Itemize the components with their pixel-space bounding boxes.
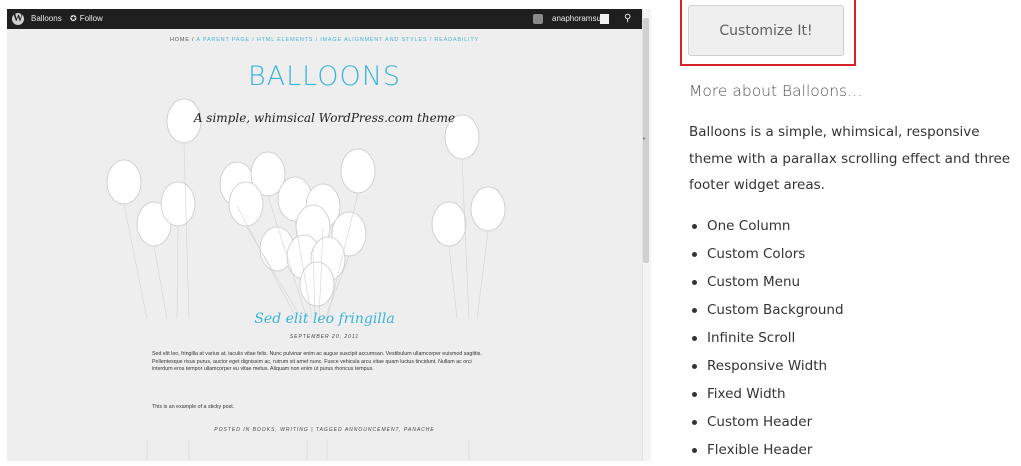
follow-label: Follow — [79, 14, 103, 23]
theme-preview[interactable]: W Balloons ✪ Follow anaphoramsu ⚲ HOME / … — [7, 9, 642, 461]
feature-label[interactable]: Infinite Scroll — [707, 324, 795, 352]
breadcrumb-item[interactable]: HTML ELEMENTS / — [257, 37, 318, 43]
feature-label[interactable]: Responsive Width — [707, 352, 827, 380]
feature-item: Responsive Width — [689, 352, 844, 380]
breadcrumb-item[interactable]: READABILITY — [434, 37, 479, 43]
admin-bar-site-name[interactable]: Balloons — [31, 9, 62, 29]
search-icon[interactable]: ⚲ — [624, 9, 631, 29]
feature-item: Custom Background — [689, 296, 844, 324]
breadcrumb: HOME / A PARENT PAGE / HTML ELEMENTS / I… — [7, 37, 642, 43]
feature-item: Infinite Scroll — [689, 324, 844, 352]
bullet-icon — [692, 279, 697, 285]
bullet-icon — [692, 447, 697, 453]
user-menu-icon[interactable] — [600, 14, 609, 24]
bullet-icon — [692, 307, 697, 313]
bullet-icon — [692, 251, 697, 257]
feature-label[interactable]: Fixed Width — [707, 380, 786, 408]
balloon-strings-decoration — [146, 439, 470, 461]
post-body: Sed elit leo, fringilla at varius at, ia… — [152, 351, 482, 373]
collapse-arrow-icon[interactable]: ▸ — [643, 135, 646, 142]
feature-label[interactable]: Custom Colors — [707, 240, 805, 268]
sticky-post-note: This is an example of a sticky post. — [152, 404, 235, 410]
feature-label[interactable]: Custom Background — [707, 296, 844, 324]
more-about-heading: More about Balloons… — [689, 82, 863, 100]
feature-label[interactable]: Flexible Header — [707, 436, 812, 464]
site-tagline: A simple, whimsical WordPress.com theme — [193, 111, 456, 125]
post-meta: POSTED IN BOOKS, WRITING | TAGGED ANNOUN… — [214, 427, 435, 433]
bullet-icon — [692, 419, 697, 425]
bullet-icon — [692, 335, 697, 341]
feature-item: Custom Menu — [689, 268, 844, 296]
post-title[interactable]: Sed elit leo fringilla — [7, 311, 642, 327]
breadcrumb-home[interactable]: HOME / — [170, 37, 194, 43]
bullet-icon — [692, 391, 697, 397]
feature-list: One Column Custom Colors Custom Menu Cus… — [689, 212, 844, 464]
wordpress-admin-bar: W Balloons ✪ Follow anaphoramsu ⚲ — [7, 9, 642, 29]
feature-label[interactable]: Custom Header — [707, 408, 812, 436]
bullet-icon — [692, 223, 697, 229]
avatar[interactable] — [533, 14, 543, 24]
customize-it-button[interactable]: Customize It! — [688, 5, 844, 56]
feature-item: Flexible Header — [689, 436, 844, 464]
post-date[interactable]: SEPTEMBER 20, 2011 — [7, 334, 642, 340]
breadcrumb-item[interactable]: IMAGE ALIGNMENT AND STYLES / — [320, 37, 432, 43]
admin-bar-username[interactable]: anaphoramsu — [552, 9, 601, 29]
wordpress-logo-icon[interactable]: W — [12, 13, 24, 25]
feature-item: Fixed Width — [689, 380, 844, 408]
breadcrumb-item[interactable]: A PARENT PAGE / — [196, 37, 254, 43]
follow-star-icon: ✪ — [70, 14, 77, 23]
bullet-icon — [692, 363, 697, 369]
feature-item: Custom Colors — [689, 240, 844, 268]
theme-description: Balloons is a simple, whimsical, respons… — [689, 124, 1011, 193]
feature-label[interactable]: Custom Menu — [707, 268, 800, 296]
site-title[interactable]: BALLOONS — [7, 61, 642, 92]
feature-item: One Column — [689, 212, 844, 240]
feature-label[interactable]: One Column — [707, 212, 790, 240]
feature-item: Custom Header — [689, 408, 844, 436]
follow-button[interactable]: ✪ Follow — [70, 9, 103, 29]
